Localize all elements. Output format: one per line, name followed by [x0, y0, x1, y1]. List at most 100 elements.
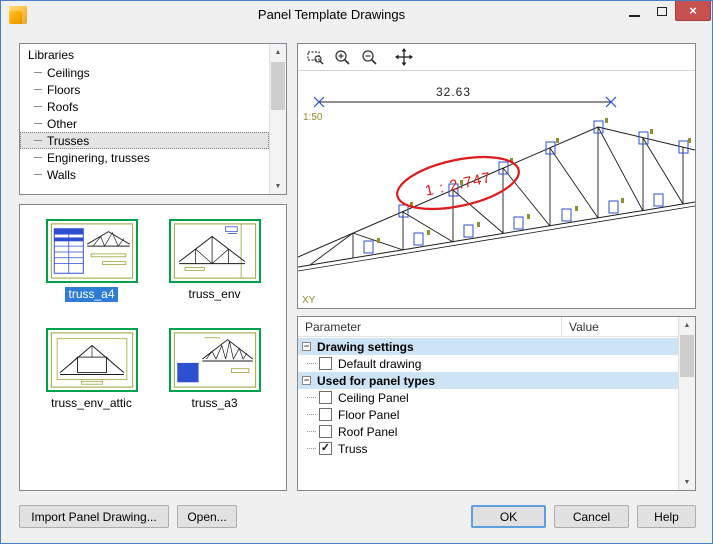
default-drawing-checkbox[interactable] [319, 357, 332, 370]
title-bar: Panel Template Drawings × [1, 1, 712, 29]
truss-a3-preview-image [169, 328, 261, 392]
libraries-scrollbar[interactable]: ▲ ▼ [269, 44, 286, 194]
pan-button[interactable] [393, 46, 415, 68]
app-icon[interactable] [9, 6, 27, 24]
library-item-walls[interactable]: Walls [20, 166, 269, 183]
thumbnail-label: truss_a4 [65, 287, 117, 302]
window-controls: × [621, 1, 711, 21]
thumbnail-truss-env[interactable]: truss_env [153, 219, 276, 302]
table-rows: − Drawing settings Default drawing − Use… [298, 338, 678, 490]
scroll-down-button[interactable]: ▼ [270, 178, 286, 194]
minimize-button[interactable] [621, 1, 648, 21]
zoom-out-button[interactable] [358, 46, 380, 68]
parameter-table: Parameter Value − Drawing settings Defau… [297, 316, 696, 491]
library-item-label: Roofs [47, 99, 78, 115]
row-floor-panel[interactable]: Floor Panel [298, 406, 678, 423]
collapse-icon[interactable]: − [302, 342, 311, 351]
scrollbar-thumb[interactable] [680, 335, 694, 377]
library-item-label: Ceilings [47, 65, 90, 81]
zoom-in-button[interactable] [331, 46, 353, 68]
axis-label: XY [302, 295, 316, 306]
truss-env-preview-image [169, 219, 261, 283]
thumbnail-label: truss_env_attic [48, 396, 135, 411]
tree-branch-icon [34, 140, 42, 141]
library-item-label: Other [47, 116, 77, 132]
tree-branch-icon [34, 157, 42, 158]
truss-a4-preview-image [46, 219, 138, 283]
tree-branch-icon [34, 123, 42, 124]
row-truss[interactable]: ✓ Truss [298, 440, 678, 457]
tree-branch-icon [34, 106, 42, 107]
library-item-trusses[interactable]: Trusses [20, 132, 269, 149]
libraries-root-item[interactable]: Libraries [20, 47, 269, 64]
maximize-icon [657, 7, 667, 16]
group-label: Used for panel types [317, 374, 435, 388]
preview-toolbar [298, 44, 695, 71]
checkbox-label: Floor Panel [338, 408, 399, 422]
window-title: Panel Template Drawings [61, 7, 602, 22]
libraries-panel: Libraries Ceilings Floors Roofs Other Tr… [19, 43, 287, 195]
library-item-enginering-trusses[interactable]: Enginering, trusses [20, 149, 269, 166]
thumbnails-panel: truss_a4 [19, 204, 287, 491]
library-item-label: Floors [47, 82, 80, 98]
truss-env-attic-preview-image [46, 328, 138, 392]
group-label: Drawing settings [317, 340, 414, 354]
close-button[interactable]: × [675, 1, 711, 21]
help-button[interactable]: Help [637, 505, 696, 528]
scrollbar-thumb[interactable] [271, 62, 285, 110]
thumbnail-truss-env-attic[interactable]: truss_env_attic [30, 328, 153, 411]
row-roof-panel[interactable]: Roof Panel [298, 423, 678, 440]
library-item-ceilings[interactable]: Ceilings [20, 64, 269, 81]
library-item-label: Walls [47, 167, 76, 183]
truss-checkbox[interactable]: ✓ [319, 442, 332, 455]
collapse-icon[interactable]: − [302, 376, 311, 385]
scrollbar-track[interactable] [270, 60, 286, 178]
tree-branch-icon [34, 89, 42, 90]
tree-branch-icon [34, 72, 42, 73]
dimension-text: 32.63 [436, 85, 471, 99]
library-item-roofs[interactable]: Roofs [20, 98, 269, 115]
column-header-parameter: Parameter [298, 317, 562, 336]
import-panel-drawing-button[interactable]: Import Panel Drawing... [19, 505, 169, 528]
thumbnail-truss-a4[interactable]: truss_a4 [30, 219, 153, 302]
thumbnail-truss-a3[interactable]: truss_a3 [153, 328, 276, 411]
check-mark: ✓ [321, 443, 330, 454]
scale-label: 1:50 [303, 112, 323, 123]
library-item-label: Trusses [47, 133, 89, 149]
zoom-window-icon [306, 48, 324, 66]
scroll-down-button[interactable]: ▼ [679, 474, 695, 490]
row-default-drawing[interactable]: Default drawing [298, 355, 678, 372]
group-row-used-for-panel-types[interactable]: − Used for panel types [298, 372, 678, 389]
scroll-up-button[interactable]: ▲ [270, 44, 286, 60]
zoom-window-button[interactable] [304, 46, 326, 68]
scroll-up-button[interactable]: ▲ [679, 317, 695, 333]
checkbox-label: Default drawing [338, 357, 421, 371]
checkbox-label: Roof Panel [338, 425, 397, 439]
ok-button[interactable]: OK [471, 505, 546, 528]
panel-template-drawings-dialog: Panel Template Drawings × Libraries Ceil… [0, 0, 713, 544]
open-button[interactable]: Open... [177, 505, 237, 528]
roof-panel-checkbox[interactable] [319, 425, 332, 438]
ceiling-panel-checkbox[interactable] [319, 391, 332, 404]
table-header: Parameter Value [298, 317, 678, 337]
tree-branch-icon [307, 448, 316, 449]
maximize-button[interactable] [648, 1, 675, 21]
group-row-drawing-settings[interactable]: − Drawing settings [298, 338, 678, 355]
scrollbar-track[interactable] [679, 333, 695, 474]
parameter-scrollbar[interactable]: ▲ ▼ [678, 317, 695, 490]
library-item-other[interactable]: Other [20, 115, 269, 132]
zoom-out-icon [360, 48, 378, 66]
column-header-value: Value [562, 317, 678, 336]
tree-branch-icon [34, 174, 42, 175]
drawing-preview-panel: 32.63 1:50 [297, 43, 696, 309]
library-item-floors[interactable]: Floors [20, 81, 269, 98]
tree-branch-icon [307, 363, 316, 364]
tree-branch-icon [307, 431, 316, 432]
cancel-button[interactable]: Cancel [554, 505, 629, 528]
libraries-list: Libraries Ceilings Floors Roofs Other Tr… [20, 44, 269, 194]
row-ceiling-panel[interactable]: Ceiling Panel [298, 389, 678, 406]
close-icon: × [689, 3, 697, 18]
tree-branch-icon [307, 397, 316, 398]
drawing-viewport[interactable]: 32.63 1:50 [298, 72, 695, 308]
floor-panel-checkbox[interactable] [319, 408, 332, 421]
